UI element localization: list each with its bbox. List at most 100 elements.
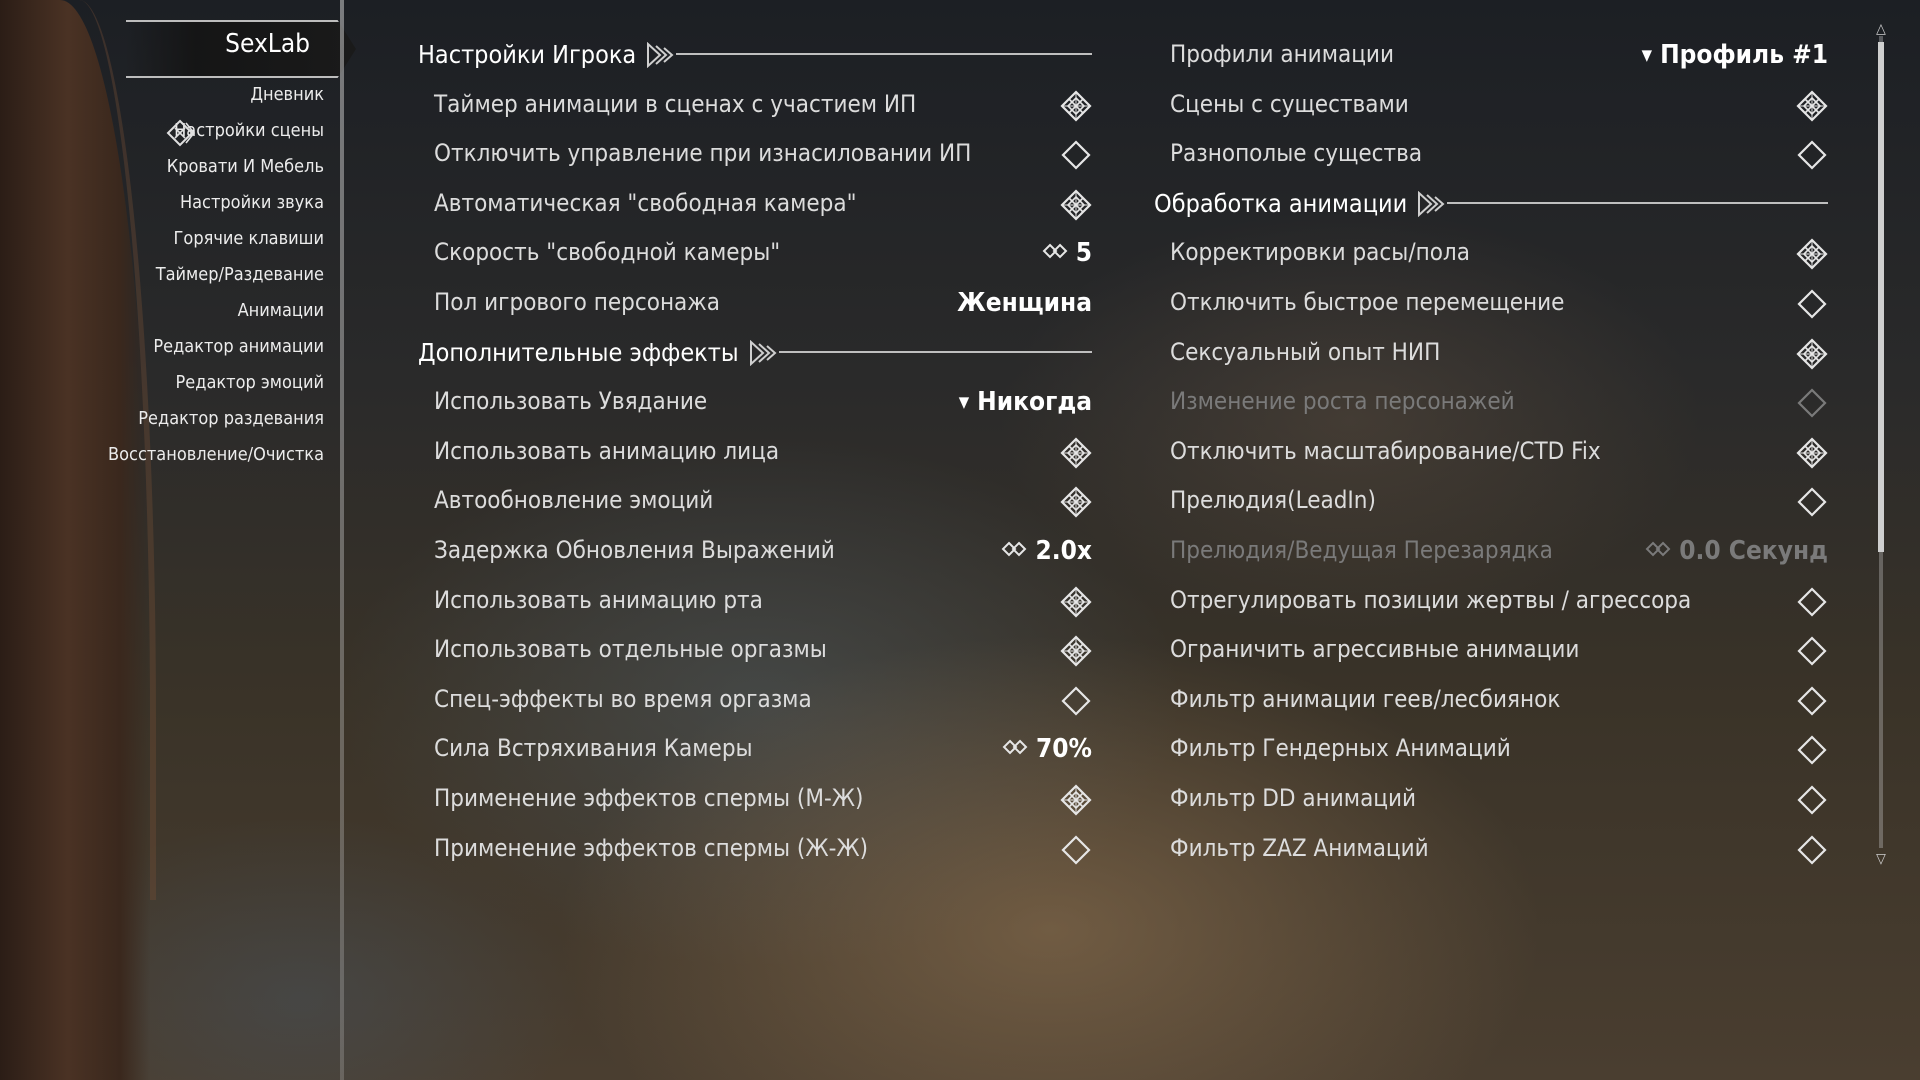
checkbox-unchecked-icon[interactable] [1796, 834, 1828, 866]
option-row[interactable]: Профили анимации ▼ Профиль #1 [1154, 32, 1828, 82]
sidebar-divider [340, 0, 344, 1080]
option-label: Задержка Обновления Выражений [434, 535, 835, 564]
sidebar-item[interactable]: Настройки звука [108, 191, 324, 227]
checkbox-unchecked-icon[interactable] [1796, 586, 1828, 618]
option-row[interactable]: Фильтр DD анимаций [1154, 776, 1828, 826]
option-row[interactable]: Использовать анимацию лица [418, 429, 1092, 479]
checkbox-checked-icon[interactable] [1060, 189, 1092, 221]
option-row[interactable]: Спец-эффекты во время оргазма [418, 677, 1092, 727]
checkbox-unchecked-icon[interactable] [1796, 486, 1828, 518]
option-label: Использовать анимацию рта [434, 585, 763, 614]
sidebar-item[interactable]: Редактор эмоций [108, 371, 324, 407]
right-column: Профили анимации ▼ Профиль #1 Сцены с сущес… [1154, 32, 1828, 875]
sidebar-item[interactable]: Редактор раздевания [108, 407, 324, 443]
sidebar-item[interactable]: Таймер/Раздевание [108, 263, 324, 299]
section-divider [778, 350, 1092, 353]
option-label: Прелюдия(LeadIn) [1170, 486, 1376, 515]
sidebar-item[interactable]: Горячие клавиши [108, 227, 324, 263]
checkbox-unchecked-icon[interactable] [1796, 685, 1828, 717]
checkbox-unchecked-icon[interactable] [1060, 834, 1092, 866]
option-label: Сексуальный опыт НИП [1170, 337, 1441, 366]
checkbox-checked-icon[interactable] [1060, 90, 1092, 122]
checkbox-unchecked-icon[interactable] [1796, 734, 1828, 766]
option-row[interactable]: Применение эффектов спермы (М-Ж) [418, 776, 1092, 826]
option-row[interactable]: Скорость "свободной камеры" 5 [418, 230, 1092, 280]
slider-value[interactable]: 2.0x [1001, 536, 1092, 566]
sidebar-item-label: Дневник [250, 84, 324, 105]
option-row[interactable]: Прелюдия/Ведущая Перезарядка 0.0 Секунд [1154, 528, 1828, 578]
sidebar-item[interactable]: Настройки сцены [108, 119, 324, 155]
option-row[interactable]: Корректировки расы/пола [1154, 230, 1828, 280]
checkbox-unchecked-icon[interactable] [1796, 635, 1828, 667]
checkbox-unchecked-icon[interactable] [1060, 685, 1092, 717]
option-row[interactable]: Отключить масштабирование/CTD Fix [1154, 429, 1828, 479]
option-row[interactable]: Фильтр анимации геев/лесбиянок [1154, 677, 1828, 727]
slider-value[interactable]: 0.0 Секунд [1645, 536, 1828, 566]
value-text: 70% [1036, 734, 1092, 765]
option-row[interactable]: Сцены с существами [1154, 82, 1828, 132]
sidebar-item[interactable]: Редактор анимации [108, 335, 324, 371]
option-row[interactable]: Разнополые существа [1154, 131, 1828, 181]
option-row[interactable]: Использовать Увядание ▼ Никогда [418, 379, 1092, 429]
sidebar-item[interactable]: Восстановление/Очистка [108, 443, 324, 479]
sidebar: SexLab Дневник Настройки сцены Кровати И М… [0, 0, 356, 1080]
section-ornament-icon [646, 42, 680, 68]
checkbox-unchecked-icon[interactable] [1796, 288, 1828, 320]
option-row[interactable]: Отрегулировать позиции жертвы / агрессор… [1154, 578, 1828, 628]
option-row[interactable]: Использовать отдельные оргазмы [418, 627, 1092, 677]
option-row[interactable]: Отключить управление при изнасиловании И… [418, 131, 1092, 181]
checkbox-checked-icon[interactable] [1796, 437, 1828, 469]
option-row[interactable]: Задержка Обновления Выражений 2.0x [418, 528, 1092, 578]
checkbox-checked-icon[interactable] [1796, 238, 1828, 270]
option-label: Пол игрового персонажа [434, 287, 720, 316]
scroll-up-arrow-icon[interactable]: △ [1874, 22, 1888, 36]
option-row[interactable]: Пол игрового персонажа Женщина [418, 280, 1092, 330]
option-row[interactable]: Применение эффектов спермы (Ж-Ж) [418, 826, 1092, 876]
option-row[interactable]: Использовать анимацию рта [418, 578, 1092, 628]
value-text: Никогда [977, 387, 1092, 418]
option-label: Ограничить агрессивные анимации [1170, 635, 1580, 664]
option-row[interactable]: Таймер анимации в сценах с участием ИП [418, 82, 1092, 132]
option-row[interactable]: Фильтр Гендерных Анимаций [1154, 726, 1828, 776]
dropdown-arrow-icon: ▼ [1641, 46, 1653, 64]
section-header: Настройки Игрока [418, 32, 1092, 82]
option-row[interactable]: Изменение роста персонажей [1154, 379, 1828, 429]
option-row[interactable]: Фильтр ZAZ Анимаций [1154, 826, 1828, 876]
option-row[interactable]: Автообновление эмоций [418, 478, 1092, 528]
checkbox-unchecked-icon[interactable] [1060, 139, 1092, 171]
checkbox-checked-icon[interactable] [1060, 437, 1092, 469]
option-row[interactable]: Автоматическая "свободная камера" [418, 181, 1092, 231]
slider-icon [1042, 243, 1068, 259]
option-row[interactable]: Отключить быстрое перемещение [1154, 280, 1828, 330]
option-value[interactable]: Женщина [957, 288, 1092, 318]
sidebar-menu: Дневник Настройки сцены Кровати И Мебель На… [108, 83, 324, 479]
checkbox-checked-icon[interactable] [1060, 486, 1092, 518]
section-ornament-icon [1417, 190, 1451, 217]
option-row[interactable]: Прелюдия(LeadIn) [1154, 478, 1828, 528]
slider-value[interactable]: 5 [1042, 238, 1092, 268]
dropdown-value[interactable]: ▼ Никогда [959, 387, 1092, 417]
sidebar-item[interactable]: Дневник [108, 83, 324, 119]
option-row[interactable]: Сила Встряхивания Камеры 70% [418, 726, 1092, 776]
slider-value[interactable]: 70% [1002, 734, 1092, 764]
checkbox-checked-icon[interactable] [1060, 635, 1092, 667]
option-label: Применение эффектов спермы (Ж-Ж) [434, 833, 869, 862]
option-label: Автообновление эмоций [434, 486, 714, 515]
option-label: Автоматическая "свободная камера" [434, 188, 857, 217]
checkbox-unchecked-icon[interactable] [1796, 387, 1828, 419]
dropdown-value[interactable]: ▼ Профиль #1 [1642, 40, 1828, 70]
scroll-thumb[interactable] [1878, 42, 1884, 552]
checkbox-checked-icon[interactable] [1060, 585, 1092, 618]
sidebar-item[interactable]: Кровати И Мебель [108, 155, 324, 191]
scrollbar[interactable]: △ ▽ [1874, 22, 1888, 866]
checkbox-checked-icon[interactable] [1796, 90, 1828, 122]
section-header-label: Обработка анимации [1154, 188, 1408, 218]
sidebar-item[interactable]: Анимации [108, 299, 324, 335]
checkbox-checked-icon[interactable] [1060, 784, 1092, 816]
option-row[interactable]: Ограничить агрессивные анимации [1154, 627, 1828, 677]
checkbox-unchecked-icon[interactable] [1796, 784, 1828, 816]
checkbox-unchecked-icon[interactable] [1796, 139, 1828, 171]
scroll-down-arrow-icon[interactable]: ▽ [1874, 852, 1888, 866]
option-row[interactable]: Сексуальный опыт НИП [1154, 330, 1828, 380]
checkbox-checked-icon[interactable] [1796, 338, 1828, 370]
